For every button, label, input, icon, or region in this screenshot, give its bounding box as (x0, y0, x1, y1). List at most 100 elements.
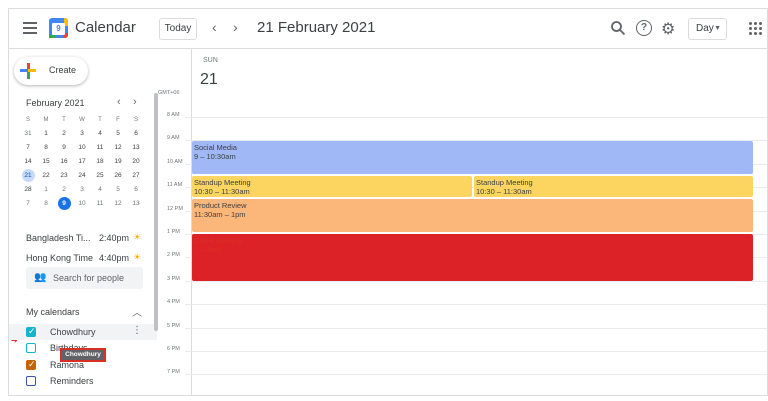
mini-weekday-row: S M T W T F S (19, 113, 159, 127)
mini-day-label: 14 (24, 158, 32, 165)
mini-day[interactable]: 15 (37, 155, 55, 169)
mini-day[interactable]: 14 (19, 155, 37, 169)
gear-icon[interactable]: ⚙ (661, 19, 675, 39)
calendar-window: 9 Calendar Today ‹ › 21 February 2021 ? … (8, 8, 768, 396)
mini-day-label: 9 (62, 144, 66, 151)
mini-next-month-button[interactable]: › (133, 96, 137, 108)
plus-icon-bar (20, 69, 36, 72)
mini-day[interactable]: 3 (73, 183, 91, 197)
mini-day[interactable]: 12 (109, 141, 127, 155)
event-time: 11:30am – 1pm (194, 210, 246, 219)
collapse-icon[interactable]: ︿ (132, 304, 142, 319)
hour-label: 4 PM (167, 299, 180, 306)
event-standup-meeting[interactable]: Standup Meeting 10:30 – 11:30am (474, 176, 753, 197)
mini-day[interactable]: 17 (73, 155, 91, 169)
mini-day[interactable]: 11 (91, 141, 109, 155)
mini-day[interactable]: 6 (127, 127, 145, 141)
mini-day[interactable]: 20 (127, 155, 145, 169)
mini-day[interactable]: 1 (37, 127, 55, 141)
mini-day[interactable]: 12 (109, 197, 127, 211)
mini-day[interactable]: 28 (19, 183, 37, 197)
mini-day[interactable]: 2 (55, 183, 73, 197)
calendar-checkbox[interactable] (26, 343, 36, 353)
mini-day[interactable]: 5 (109, 183, 127, 197)
calendar-checkbox[interactable] (26, 359, 36, 370)
calendar-item-chowdhury[interactable]: Chowdhury ⋮ (9, 324, 157, 340)
mini-day[interactable]: 13 (127, 197, 145, 211)
mini-day-label: 11 (96, 144, 104, 151)
mini-week-row: 14 15 16 17 18 19 20 (19, 155, 159, 169)
calendar-checkbox[interactable] (26, 376, 36, 386)
mini-day[interactable]: 10 (73, 197, 91, 211)
view-select-value: Day (696, 23, 714, 34)
hour-label: 1 PM (167, 229, 180, 235)
mini-day[interactable]: 21 (19, 169, 37, 183)
mini-day[interactable]: 6 (127, 183, 145, 197)
create-button[interactable]: Create (14, 57, 88, 85)
help-icon[interactable]: ? (636, 20, 652, 36)
mini-day[interactable]: 18 (91, 155, 109, 169)
mini-day[interactable]: 16 (55, 155, 73, 169)
main-menu-icon[interactable] (23, 22, 37, 34)
mini-day[interactable]: 23 (55, 169, 73, 183)
mini-day[interactable]: 7 (19, 141, 37, 155)
mini-weekday: S (133, 117, 138, 123)
event-product-review[interactable]: Product Review 11:30am – 1pm (192, 199, 753, 232)
timezone-time: 2:40pm (99, 233, 130, 243)
previous-day-button[interactable]: ‹ (212, 19, 217, 35)
more-options-icon[interactable]: ⋮ (132, 325, 142, 336)
view-select[interactable]: Day ▼ (688, 18, 727, 40)
mini-day[interactable]: 11 (91, 197, 109, 211)
mini-day[interactable]: 10 (73, 141, 91, 155)
mini-day[interactable]: 24 (73, 169, 91, 183)
apps-grid-icon[interactable] (749, 22, 763, 36)
event-standup-meeting[interactable]: Standup Meeting 10:30 – 11:30am (192, 176, 472, 197)
mini-day[interactable]: 19 (109, 155, 127, 169)
mini-day[interactable]: 1 (37, 183, 55, 197)
event-client-meeting[interactable]: Client Meeting 1 – 3pm (192, 234, 753, 281)
top-bar: 9 Calendar Today ‹ › 21 February 2021 ? … (9, 9, 767, 49)
hour-label: 7 PM (167, 369, 180, 376)
hour-gridline (185, 304, 767, 306)
today-button[interactable]: Today (159, 18, 197, 40)
mini-day[interactable]: 9 (55, 197, 73, 211)
timezone-name: Hong Kong Time (26, 253, 94, 263)
sidebar-scrollbar[interactable] (154, 93, 158, 331)
mini-day[interactable]: 5 (109, 127, 127, 141)
timezone-row: Hong Kong Time 4:40pm ☀ (26, 252, 151, 263)
mini-day-label: 1 (44, 186, 48, 193)
caret-down-icon: ▼ (714, 25, 721, 32)
event-social-media[interactable]: Social Media 9 – 10:30am (192, 141, 753, 174)
mini-day-label: 22 (42, 172, 50, 179)
mini-day[interactable]: 3 (73, 127, 91, 141)
mini-day-label: 3 (80, 186, 84, 193)
mini-day[interactable]: 26 (109, 169, 127, 183)
next-day-button[interactable]: › (233, 19, 238, 35)
mini-day[interactable]: 25 (91, 169, 109, 183)
mini-day-label: 31 (24, 130, 32, 137)
mini-day[interactable]: 13 (127, 141, 145, 155)
mini-day-label: 6 (134, 186, 138, 193)
mini-weekday: S (25, 117, 30, 123)
mini-day-label: 3 (80, 130, 84, 137)
mini-day[interactable]: 8 (37, 197, 55, 211)
mini-day[interactable]: 2 (55, 127, 73, 141)
search-icon[interactable] (610, 20, 626, 36)
mini-day[interactable]: 27 (127, 169, 145, 183)
mini-day[interactable]: 22 (37, 169, 55, 183)
mini-day-label: 25 (96, 172, 104, 179)
calendar-item-reminders[interactable]: Reminders (26, 373, 156, 389)
mini-calendar-grid: S M T W T F S 31 1 2 3 4 5 6 7 8 9 10 11 12 13 14 15 16 1… (19, 113, 159, 211)
mini-weekday: W (79, 117, 85, 123)
event-title: Client Meeting (194, 236, 242, 245)
mini-prev-month-button[interactable]: ‹ (117, 96, 121, 108)
day-number[interactable]: 21 (200, 71, 218, 89)
mini-day[interactable]: 9 (55, 141, 73, 155)
mini-day[interactable]: 4 (91, 127, 109, 141)
mini-day[interactable]: 8 (37, 141, 55, 155)
mini-day[interactable]: 31 (19, 127, 37, 141)
mini-day[interactable]: 4 (91, 183, 109, 197)
mini-day[interactable]: 7 (19, 197, 37, 211)
search-people-input[interactable]: 👥 Search for people (26, 267, 143, 289)
calendar-checkbox[interactable] (26, 326, 36, 337)
